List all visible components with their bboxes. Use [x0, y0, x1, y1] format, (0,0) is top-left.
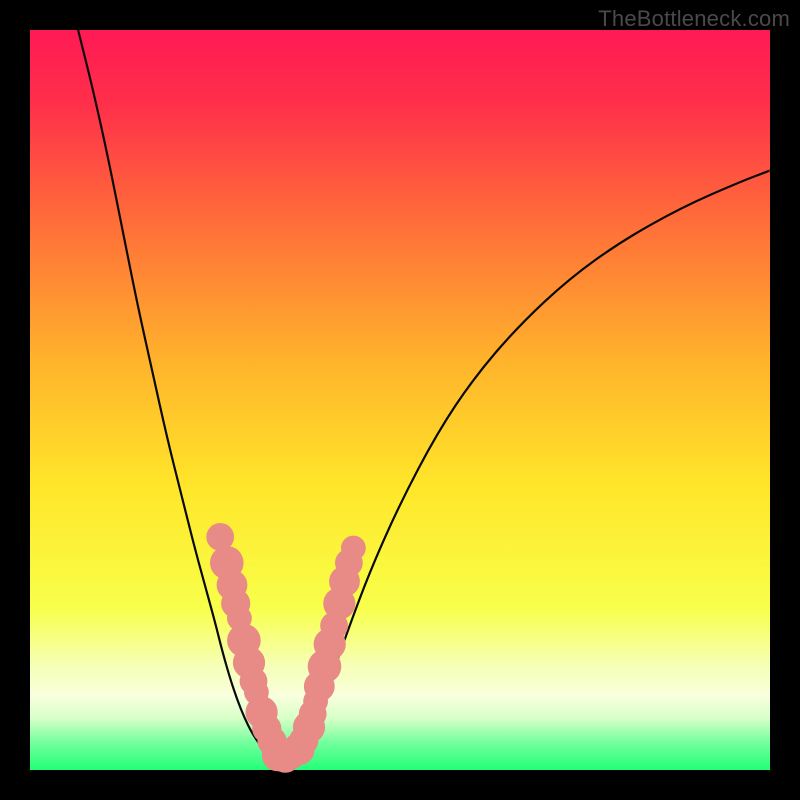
- plot-area: [30, 30, 770, 770]
- watermark-text: TheBottleneck.com: [598, 6, 790, 32]
- bottleneck-curve: [78, 30, 770, 759]
- bead-cluster: [206, 523, 365, 773]
- bead-point: [341, 536, 366, 561]
- curve-layer: [30, 30, 770, 770]
- chart-frame: TheBottleneck.com: [0, 0, 800, 800]
